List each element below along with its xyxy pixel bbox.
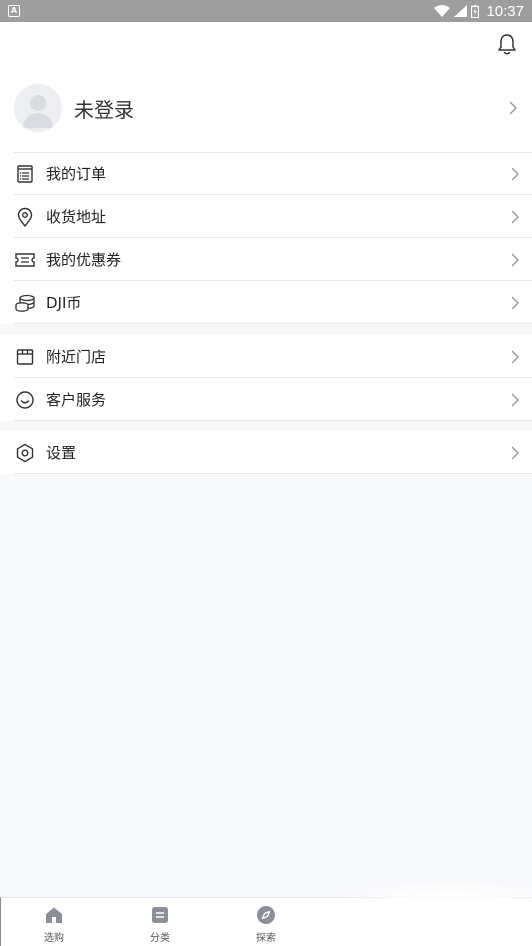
notification-icon: A [8, 5, 20, 17]
category-list-icon [152, 907, 168, 923]
menu-item-label: 客户服务 [46, 391, 107, 409]
status-bar: A 10:37 [0, 0, 532, 22]
wifi-icon [434, 5, 451, 17]
menu-item-customer-service[interactable]: 客户服务 [0, 378, 532, 421]
chevron-right-icon [509, 101, 517, 115]
chevron-right-icon [511, 446, 519, 459]
menu-item-address[interactable]: 收货地址 [0, 195, 532, 238]
menu-group-settings: 设置 [0, 431, 532, 474]
menu-item-orders[interactable]: 我的订单 [0, 152, 532, 195]
store-icon [14, 346, 36, 368]
chevron-right-icon [511, 350, 519, 363]
menu-item-label: DJI币 [46, 294, 82, 312]
menu-group-service: 附近门店 客户服务 [0, 335, 532, 421]
location-pin-icon [14, 206, 36, 228]
menu-item-coupons[interactable]: 我的优惠券 [0, 238, 532, 281]
bottom-tab-bar: 选购 分类 探索 [0, 897, 532, 946]
tab-label: 分类 [150, 933, 170, 944]
coin-stack-icon [14, 292, 36, 314]
menu-item-nearby-stores[interactable]: 附近门店 [0, 335, 532, 378]
coupon-ticket-icon [14, 249, 36, 271]
tab-shop[interactable]: 选购 [1, 898, 107, 946]
cell-signal-icon [454, 5, 468, 17]
compass-icon [257, 906, 275, 924]
order-list-icon [14, 163, 36, 185]
bell-icon[interactable] [496, 32, 518, 56]
menu-item-label: 我的优惠券 [46, 251, 122, 269]
status-time: 10:37 [486, 2, 524, 20]
menu-item-label: 我的订单 [46, 165, 107, 183]
tab-category[interactable]: 分类 [107, 898, 213, 946]
menu-item-dji-coin[interactable]: DJI币 [0, 281, 532, 324]
settings-hexagon-icon [14, 442, 36, 464]
customer-service-icon [14, 389, 36, 411]
chevron-right-icon [511, 393, 519, 406]
avatar[interactable] [14, 84, 62, 132]
chevron-right-icon [511, 210, 519, 223]
battery-icon [471, 4, 480, 18]
menu-item-label: 附近门店 [46, 348, 107, 366]
chevron-right-icon [511, 296, 519, 309]
login-status-label[interactable]: 未登录 [74, 94, 134, 123]
tab-label: 选购 [44, 933, 64, 944]
profile-header: 未登录 [0, 22, 532, 152]
menu-item-label: 收货地址 [46, 208, 107, 226]
chevron-right-icon [511, 253, 519, 266]
home-shop-icon [46, 907, 62, 923]
login-profile-row[interactable]: 未登录 [14, 83, 532, 133]
tab-explore[interactable]: 探索 [213, 898, 319, 946]
menu-item-settings[interactable]: 设置 [0, 431, 532, 474]
tab-label: 探索 [256, 933, 276, 944]
menu-item-label: 设置 [46, 444, 77, 462]
chevron-right-icon [511, 167, 519, 180]
default-user-icon [23, 95, 53, 128]
menu-group-account: 我的订单 收货地址 我的优惠券 DJI币 [0, 152, 532, 324]
